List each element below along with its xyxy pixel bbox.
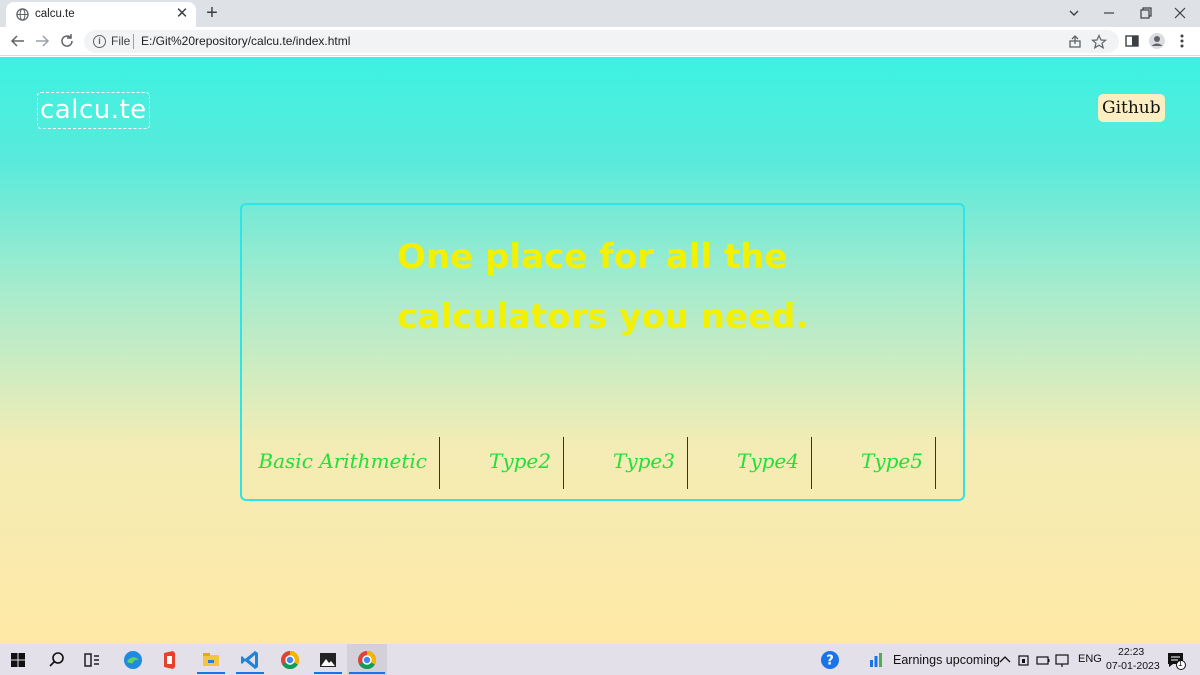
running-indicator xyxy=(236,672,264,674)
calculator-label: Type2 xyxy=(488,449,551,473)
menu-kebab-icon[interactable] xyxy=(1172,31,1192,51)
calculator-link-basic-arithmetic[interactable]: Basic Arithmetic xyxy=(258,437,440,489)
tray-chevron-up-icon[interactable] xyxy=(996,648,1014,672)
github-link[interactable]: Github xyxy=(1098,94,1165,122)
calculator-label: Basic Arithmetic xyxy=(258,449,427,473)
profile-icon[interactable] xyxy=(1147,31,1167,51)
url-text[interactable]: E:/Git%20repository/calcu.te/index.html xyxy=(141,34,350,48)
info-icon[interactable]: i xyxy=(93,35,106,48)
calculator-label: Type3 xyxy=(612,449,675,473)
edge-icon[interactable] xyxy=(121,648,145,672)
battery-icon[interactable] xyxy=(1034,648,1052,672)
file-explorer-icon[interactable] xyxy=(199,648,223,672)
notification-count: 1 xyxy=(1178,659,1183,668)
clock-time[interactable]: 22:23 xyxy=(1118,646,1144,658)
help-icon[interactable]: ? xyxy=(818,648,842,672)
browser-tab[interactable]: calcu.te ✕ xyxy=(6,2,196,27)
network-icon[interactable] xyxy=(1053,648,1071,672)
close-window-icon[interactable] xyxy=(1168,2,1192,24)
address-bar[interactable]: i File E:/Git%20repository/calcu.te/inde… xyxy=(84,30,1119,53)
chrome-icon[interactable] xyxy=(355,648,379,672)
running-indicator xyxy=(314,672,342,674)
hero-card: One place for all the calculators you ne… xyxy=(240,203,965,501)
tab-search-chevron-icon[interactable] xyxy=(1062,2,1086,24)
share-icon[interactable] xyxy=(1066,33,1084,51)
new-tab-icon[interactable]: + xyxy=(203,2,221,24)
svg-text:?: ? xyxy=(826,654,834,669)
minimize-icon[interactable] xyxy=(1097,2,1121,24)
back-arrow-icon[interactable] xyxy=(8,31,28,51)
calculator-link-type4[interactable]: Type4 xyxy=(688,437,812,489)
running-indicator xyxy=(349,672,385,674)
news-widget-text[interactable]: Earnings upcoming xyxy=(893,653,1000,667)
site-logo[interactable]: calcu.te xyxy=(37,92,150,129)
browser-tab-bar: calcu.te ✕ + xyxy=(0,0,1200,27)
hero-headline: One place for all the calculators you ne… xyxy=(397,237,809,337)
calculator-link-type5[interactable]: Type5 xyxy=(812,437,936,489)
calculator-label: Type4 xyxy=(736,449,799,473)
scheme-label: File xyxy=(111,34,131,48)
clock-date[interactable]: 07-01-2023 xyxy=(1106,660,1160,672)
tab-title: calcu.te xyxy=(35,8,75,20)
address-separator xyxy=(133,34,134,49)
photos-icon[interactable] xyxy=(316,648,340,672)
windows-taskbar: ? Earnings upcoming ENG 22:23 07-01-2023… xyxy=(0,644,1200,675)
star-icon[interactable] xyxy=(1090,33,1108,51)
calculator-link-type3[interactable]: Type3 xyxy=(564,437,688,489)
calculator-link-type2[interactable]: Type2 xyxy=(440,437,564,489)
notification-icon[interactable] xyxy=(1164,648,1188,672)
stocks-chart-icon[interactable] xyxy=(864,648,888,672)
search-icon[interactable] xyxy=(45,648,69,672)
running-indicator xyxy=(197,672,225,674)
meet-now-icon[interactable] xyxy=(1015,648,1033,672)
language-indicator[interactable]: ENG xyxy=(1078,653,1102,665)
reload-icon[interactable] xyxy=(57,31,77,51)
task-view-icon[interactable] xyxy=(80,648,104,672)
forward-arrow-icon[interactable] xyxy=(32,31,52,51)
office-icon[interactable] xyxy=(157,648,181,672)
sidebar-icon[interactable] xyxy=(1122,31,1142,51)
page-viewport: calcu.te Github One place for all the ca… xyxy=(0,57,1200,644)
restore-icon[interactable] xyxy=(1133,2,1157,24)
browser-toolbar: i File E:/Git%20repository/calcu.te/inde… xyxy=(0,27,1200,56)
windows-start-icon[interactable] xyxy=(6,648,30,672)
calculator-label: Type5 xyxy=(860,449,923,473)
vscode-icon[interactable] xyxy=(238,648,262,672)
chrome-profile-icon[interactable] xyxy=(278,648,302,672)
globe-icon xyxy=(16,8,29,21)
tab-close-icon[interactable]: ✕ xyxy=(174,5,190,23)
